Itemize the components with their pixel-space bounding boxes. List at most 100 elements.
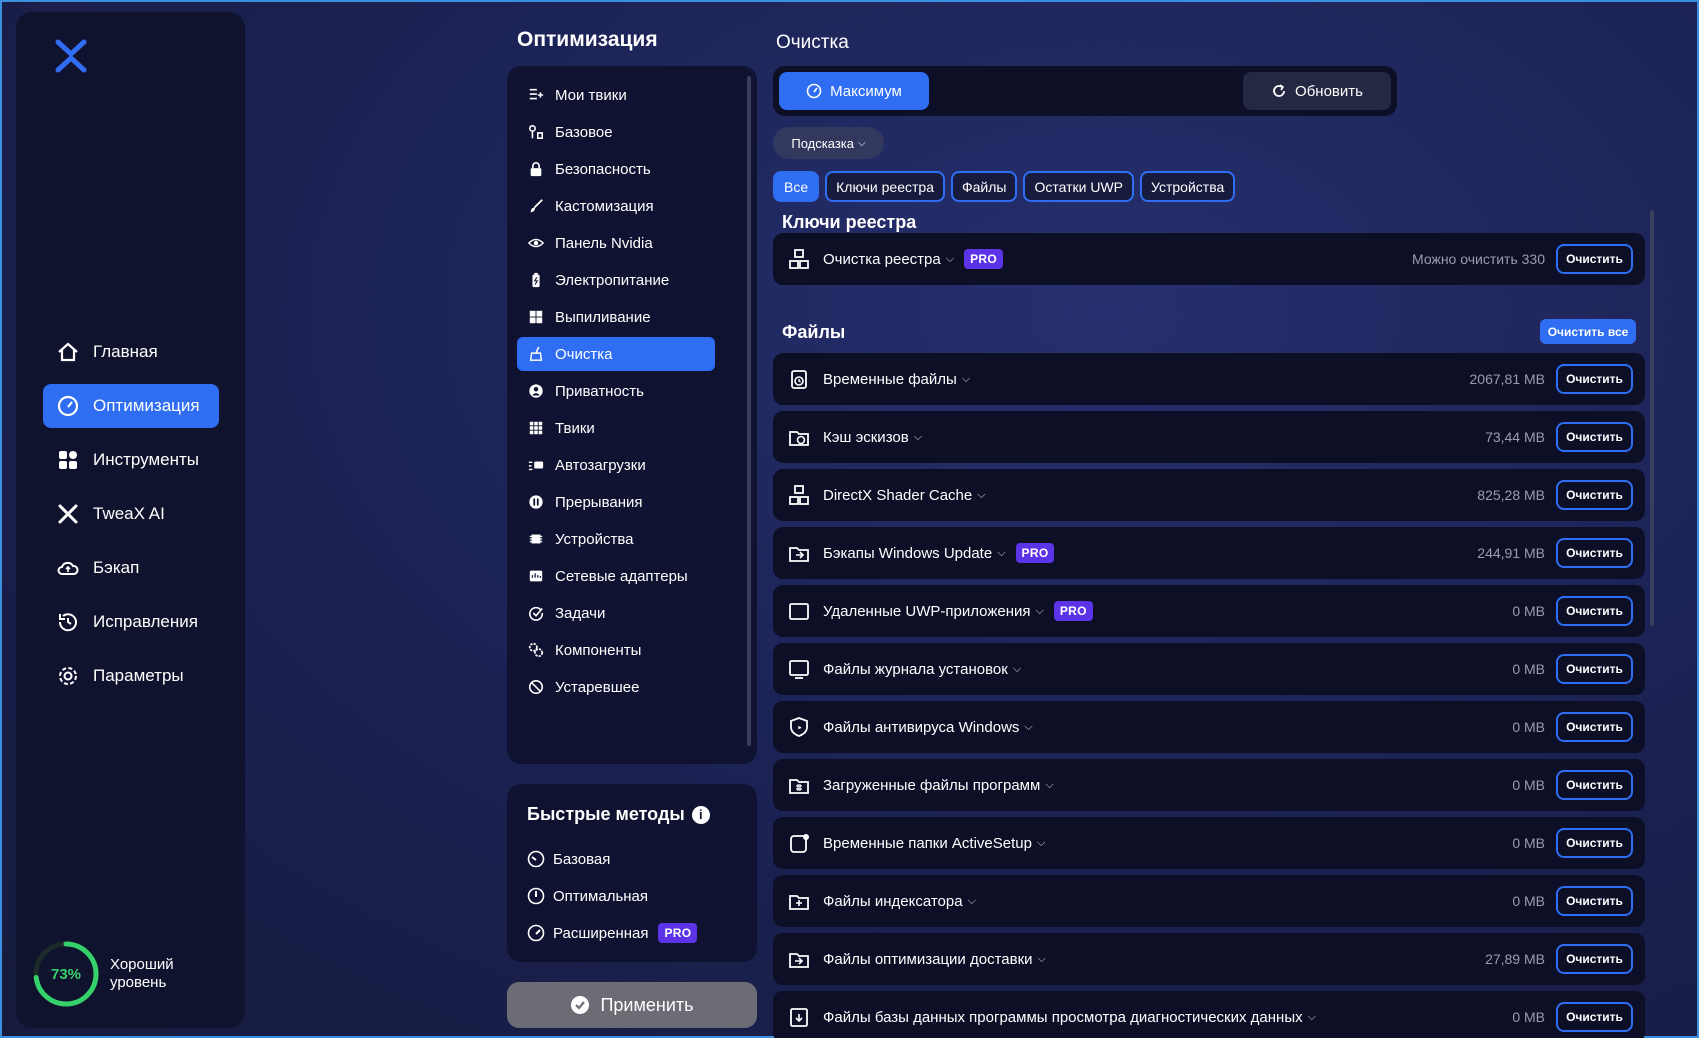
menu-item-label: Очистка xyxy=(555,345,613,363)
score-label-line1: Хороший xyxy=(110,956,174,973)
gauge-icon xyxy=(55,393,81,419)
menu-item[interactable]: Устаревшее xyxy=(517,670,715,704)
clean-button[interactable]: Очистить xyxy=(1556,712,1633,742)
menu-item-label: Кастомизация xyxy=(555,197,654,215)
clean-button[interactable]: Очистить xyxy=(1556,244,1633,274)
chevron-down-icon[interactable]: ⌵ xyxy=(1024,721,1032,734)
nav-item-settings[interactable]: Параметры xyxy=(43,654,219,698)
file-clean-row: Кэш эскизов ⌵ 73,44 MB Очистить xyxy=(773,411,1645,463)
clean-button[interactable]: Очистить xyxy=(1556,944,1633,974)
chevron-down-icon[interactable]: ⌵ xyxy=(977,489,985,502)
antivirus-icon xyxy=(787,715,811,739)
menu-item[interactable]: Безопасность xyxy=(517,152,715,186)
check-circle-icon xyxy=(570,995,590,1015)
filter-chip[interactable]: Остатки UWP xyxy=(1023,171,1135,202)
menu-item-label: Мои твики xyxy=(555,86,627,104)
menu-item[interactable]: Задачи xyxy=(517,596,715,630)
quick-method-extended[interactable]: Расширенная PRO xyxy=(527,918,698,948)
chevron-down-icon[interactable]: ⌵ xyxy=(1013,663,1021,676)
chevron-down-icon[interactable]: ⌵ xyxy=(1045,779,1053,792)
nav-item-fixes[interactable]: Исправления xyxy=(43,600,219,644)
clean-button[interactable]: Очистить xyxy=(1556,364,1633,394)
menu-item[interactable]: Сетевые адаптеры xyxy=(517,559,715,593)
menu-item[interactable]: Панель Nvidia xyxy=(517,226,715,260)
menu-item-label: Устаревшее xyxy=(555,678,640,696)
clean-button[interactable]: Очистить xyxy=(1556,828,1633,858)
quick-methods-panel: Быстрые методы i Базовая Оптимальная Рас… xyxy=(507,784,757,962)
row-size: 2067,81 MB xyxy=(1469,371,1546,387)
clean-button[interactable]: Очистить xyxy=(1556,770,1633,800)
row-label: Загруженные файлы программ xyxy=(823,776,1041,794)
chevron-down-icon[interactable]: ⌵ xyxy=(968,895,976,908)
chevron-down-icon[interactable]: ⌵ xyxy=(1308,1011,1316,1024)
clean-all-button[interactable]: Очистить все xyxy=(1540,319,1636,344)
clean-button[interactable]: Очистить xyxy=(1556,596,1633,626)
filter-chip[interactable]: Все xyxy=(773,171,820,202)
filter-chip[interactable]: Устройства xyxy=(1140,171,1236,202)
chevron-down-icon[interactable]: ⌵ xyxy=(914,431,922,444)
menu-item[interactable]: Мои твики xyxy=(517,78,715,112)
network-icon xyxy=(527,567,545,585)
chip-icon xyxy=(527,530,545,548)
menu-item[interactable]: Приватность xyxy=(517,374,715,408)
menu-item[interactable]: Электропитание xyxy=(517,263,715,297)
quick-method-basic[interactable]: Базовая xyxy=(527,844,610,874)
hint-dropdown[interactable]: Подсказка ⌵ xyxy=(773,127,884,159)
menu-item-label: Панель Nvidia xyxy=(555,234,653,252)
menu-item-label: Безопасность xyxy=(555,160,651,178)
app-logo-icon[interactable] xyxy=(52,36,90,76)
nav-label: Инструменты xyxy=(93,450,200,469)
file-clean-row: Загруженные файлы программ ⌵ 0 MB Очистить xyxy=(773,759,1645,811)
clean-button[interactable]: Очистить xyxy=(1556,1002,1633,1032)
refresh-button[interactable]: Обновить xyxy=(1243,72,1391,110)
nav-item-tools[interactable]: Инструменты xyxy=(43,438,219,482)
components-icon xyxy=(527,641,545,659)
score-label: Хороший уровень xyxy=(110,956,174,992)
registry-icon xyxy=(787,247,811,271)
battery-icon xyxy=(527,271,545,289)
chevron-down-icon[interactable]: ⌵ xyxy=(1037,837,1045,850)
menu-item[interactable]: Очистка xyxy=(517,337,715,371)
chevron-down-icon[interactable]: ⌵ xyxy=(1036,605,1044,618)
nav-item-ai[interactable]: TweaX AI xyxy=(43,492,219,536)
clean-button[interactable]: Очистить xyxy=(1556,538,1633,568)
thumbnail-cache-icon xyxy=(787,425,811,449)
nvidia-eye-icon xyxy=(527,234,545,252)
menu-scrollbar[interactable] xyxy=(747,76,751,746)
clean-button[interactable]: Очистить xyxy=(1556,886,1633,916)
menu-item[interactable]: Прерывания xyxy=(517,485,715,519)
chevron-down-icon[interactable]: ⌵ xyxy=(946,253,954,266)
nav-item-optimization[interactable]: Оптимизация xyxy=(43,384,219,428)
menu-item[interactable]: Компоненты xyxy=(517,633,715,667)
menu-item[interactable]: Кастомизация xyxy=(517,189,715,223)
clean-button[interactable]: Очистить xyxy=(1556,480,1633,510)
row-label: Файлы журнала установок xyxy=(823,660,1008,678)
quick-method-optimal[interactable]: Оптимальная xyxy=(527,881,648,911)
file-clean-row: Файлы журнала установок ⌵ 0 MB Очистить xyxy=(773,643,1645,695)
row-size: 0 MB xyxy=(1512,603,1545,619)
apply-button[interactable]: Применить xyxy=(507,982,757,1028)
clean-button[interactable]: Очистить xyxy=(1556,654,1633,684)
menu-item[interactable]: Твики xyxy=(517,411,715,445)
score-label-line2: уровень xyxy=(110,974,167,991)
chevron-down-icon[interactable]: ⌵ xyxy=(1038,953,1046,966)
filter-chip[interactable]: Ключи реестра xyxy=(825,171,945,202)
home-icon xyxy=(55,339,81,365)
maximum-button[interactable]: Максимум xyxy=(779,72,929,110)
nav-item-home[interactable]: Главная xyxy=(43,330,219,374)
row-size: 0 MB xyxy=(1512,893,1545,909)
content-scrollbar[interactable] xyxy=(1650,210,1654,626)
delivery-optimization-icon xyxy=(787,947,811,971)
menu-item[interactable]: Устройства xyxy=(517,522,715,556)
nav-item-backup[interactable]: Бэкап xyxy=(43,546,219,590)
list-add-icon xyxy=(527,86,545,104)
chevron-down-icon[interactable]: ⌵ xyxy=(962,373,970,386)
menu-item[interactable]: Выпиливание xyxy=(517,300,715,334)
quick-method-label: Расширенная xyxy=(553,924,649,942)
chevron-down-icon[interactable]: ⌵ xyxy=(997,547,1005,560)
menu-item[interactable]: Автозагрузки xyxy=(517,448,715,482)
menu-item[interactable]: Базовое xyxy=(517,115,715,149)
filter-chip[interactable]: Файлы xyxy=(951,171,1018,202)
clean-button[interactable]: Очистить xyxy=(1556,422,1633,452)
info-icon[interactable]: i xyxy=(691,805,710,824)
